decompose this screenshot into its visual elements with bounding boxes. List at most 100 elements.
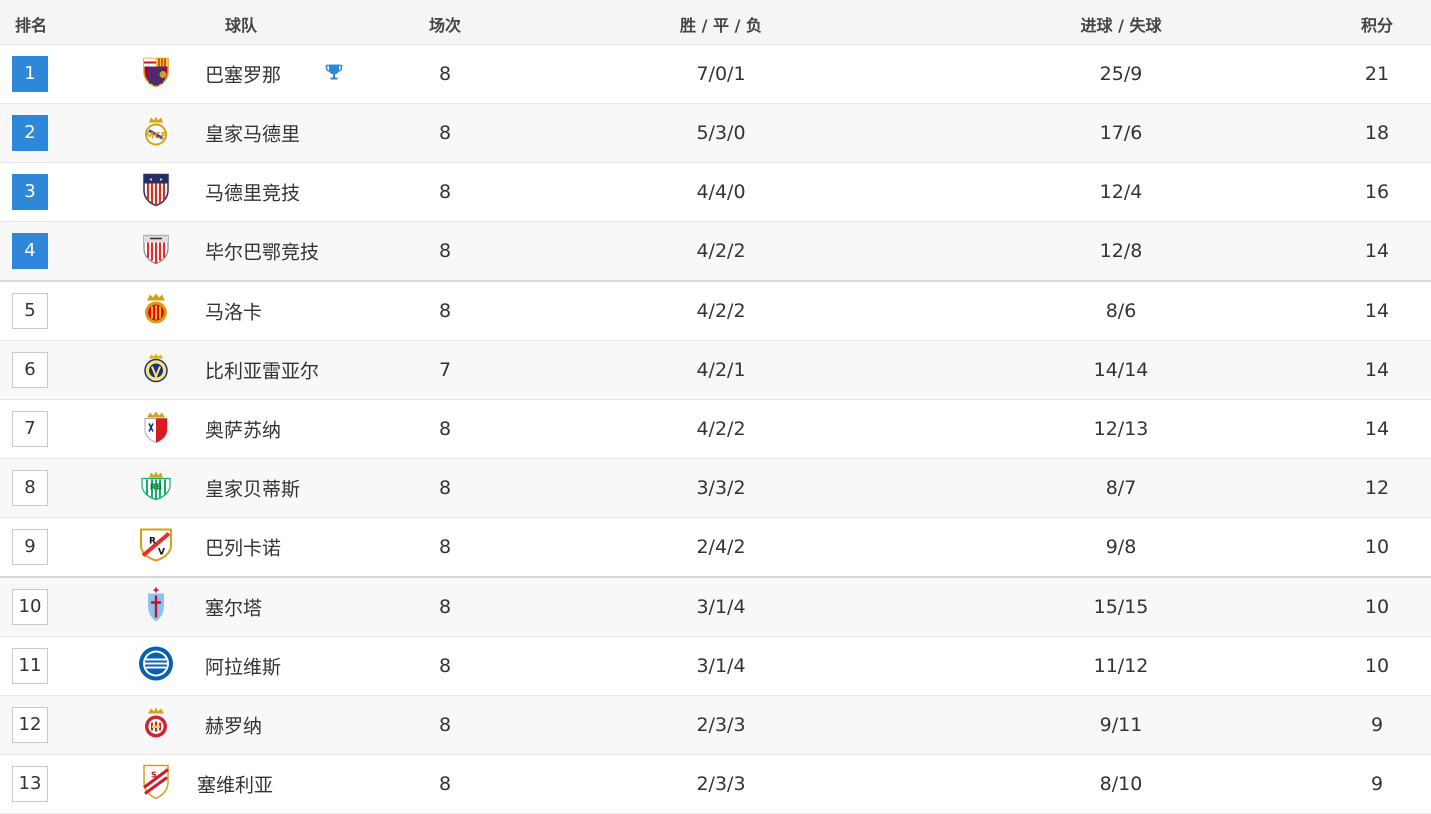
team-name[interactable]: 皇家贝蒂斯 <box>205 475 300 502</box>
played-cell: 8 <box>438 477 452 499</box>
rank-badge: 4 <box>12 233 48 269</box>
rank-badge: 11 <box>12 648 48 684</box>
rank-badge: 13 <box>12 766 48 802</box>
points-cell: 10 <box>1364 596 1390 618</box>
alaves-crest-icon <box>137 645 175 688</box>
rank-badge: 9 <box>12 529 48 565</box>
goals-cell: 12/4 <box>1099 181 1143 203</box>
played-cell: 8 <box>438 300 452 322</box>
table-row[interactable]: 4 毕尔巴鄂竞技 8 4/2/2 12/8 14 <box>0 222 1431 282</box>
goals-cell: 25/9 <box>1099 63 1143 85</box>
team-name[interactable]: 巴塞罗那 <box>205 61 281 88</box>
rank-badge: 5 <box>12 293 48 329</box>
points-cell: 12 <box>1364 477 1390 499</box>
rank-badge: 1 <box>12 56 48 92</box>
table-row[interactable]: 13 S 塞维利亚 8 2/3/3 8/10 9 <box>0 755 1431 814</box>
goals-cell: 8/7 <box>1105 477 1137 499</box>
goals-cell: 14/14 <box>1093 359 1149 381</box>
points-cell: 16 <box>1364 181 1390 203</box>
wdl-cell: 4/4/0 <box>696 181 746 203</box>
wdl-cell: 2/4/2 <box>696 536 746 558</box>
points-cell: 21 <box>1364 63 1390 85</box>
played-cell: 8 <box>438 596 452 618</box>
girona-crest-icon <box>141 706 171 745</box>
barcelona-crest-icon <box>141 56 171 93</box>
table-row[interactable]: 1 巴塞罗那 8 7/0/1 25/9 21 <box>0 45 1431 104</box>
osasuna-crest-icon <box>141 410 171 449</box>
points-cell: 14 <box>1364 418 1390 440</box>
table-body: 1 巴塞罗那 8 7/0/1 25/9 21 2 MCF 皇家马德里 8 5/3/0 17/6 18 3 马… <box>0 45 1431 814</box>
mallorca-crest-icon <box>141 292 171 331</box>
points-cell: 18 <box>1364 122 1390 144</box>
played-cell: 8 <box>438 536 452 558</box>
wdl-cell: 3/3/2 <box>696 477 746 499</box>
team-name[interactable]: 毕尔巴鄂竞技 <box>205 238 319 265</box>
team-name[interactable]: 皇家马德里 <box>205 120 300 147</box>
atletico-madrid-crest-icon <box>141 173 171 212</box>
table-row[interactable]: 5 马洛卡 8 4/2/2 8/6 14 <box>0 282 1431 341</box>
table-row[interactable]: 8 RB 皇家贝蒂斯 8 3/3/2 8/7 12 <box>0 459 1431 518</box>
table-row[interactable]: 2 MCF 皇家马德里 8 5/3/0 17/6 18 <box>0 104 1431 163</box>
points-cell: 10 <box>1364 655 1390 677</box>
played-cell: 8 <box>438 63 452 85</box>
col-team-header: 球队 <box>224 16 258 35</box>
col-rank-header: 排名 <box>14 16 48 35</box>
team-name[interactable]: 赫罗纳 <box>205 712 262 739</box>
rank-badge: 10 <box>12 589 48 625</box>
points-cell: 10 <box>1364 536 1390 558</box>
rank-badge: 12 <box>12 707 48 743</box>
real-madrid-crest-icon: MCF <box>141 115 171 152</box>
wdl-cell: 4/2/2 <box>696 240 746 262</box>
team-name[interactable]: 塞尔塔 <box>205 594 262 621</box>
played-cell: 8 <box>438 122 452 144</box>
villarreal-crest-icon <box>141 352 171 389</box>
table-row[interactable]: 12 赫罗纳 8 2/3/3 9/11 9 <box>0 696 1431 755</box>
table-row[interactable]: 3 马德里竞技 8 4/4/0 12/4 16 <box>0 163 1431 222</box>
table-row[interactable]: 9 R V 巴列卡诺 8 2/4/2 9/8 10 <box>0 518 1431 578</box>
goals-cell: 8/6 <box>1105 300 1137 322</box>
celta-vigo-crest-icon <box>145 587 167 628</box>
rayo-vallecano-crest-icon: RV <box>138 528 174 567</box>
played-cell: 8 <box>438 655 452 677</box>
goals-cell: 12/13 <box>1093 418 1149 440</box>
sevilla-crest-icon: S <box>141 764 171 805</box>
svg-text:R: R <box>149 537 156 547</box>
wdl-cell: 7/0/1 <box>696 63 746 85</box>
wdl-cell: 2/3/3 <box>696 773 746 795</box>
svg-text:V: V <box>158 548 165 558</box>
col-played-header: 场次 <box>428 16 462 35</box>
table-row[interactable]: 10 塞尔塔 8 3/1/4 15/15 10 <box>0 578 1431 637</box>
athletic-bilbao-crest-icon <box>141 233 171 270</box>
real-betis-crest-icon: RB <box>139 471 173 506</box>
team-name[interactable]: 奥萨苏纳 <box>205 416 281 443</box>
trophy-icon <box>325 63 343 86</box>
team-name[interactable]: 马洛卡 <box>205 298 262 325</box>
table-header: 排名 球队 场次 胜 / 平 / 负 进球 / 失球 积分 <box>0 0 1431 45</box>
team-name[interactable]: 阿拉维斯 <box>205 653 281 680</box>
goals-cell: 11/12 <box>1093 655 1149 677</box>
goals-cell: 9/8 <box>1105 536 1137 558</box>
wdl-cell: 4/2/2 <box>696 418 746 440</box>
wdl-cell: 3/1/4 <box>696 596 746 618</box>
team-name[interactable]: 塞维利亚 <box>197 771 273 798</box>
team-name[interactable]: 马德里竞技 <box>205 179 300 206</box>
wdl-cell: 2/3/3 <box>696 714 746 736</box>
table-row[interactable]: 7 奥萨苏纳 8 4/2/2 12/13 14 <box>0 400 1431 459</box>
svg-text:MCF: MCF <box>145 132 167 142</box>
goals-cell: 12/8 <box>1099 240 1143 262</box>
played-cell: 8 <box>438 773 452 795</box>
points-cell: 14 <box>1364 359 1390 381</box>
table-row[interactable]: 11 阿拉维斯 8 3/1/4 11/12 10 <box>0 637 1431 696</box>
col-points-header: 积分 <box>1360 16 1394 35</box>
played-cell: 8 <box>438 240 452 262</box>
team-name[interactable]: 巴列卡诺 <box>205 534 281 561</box>
goals-cell: 15/15 <box>1093 596 1149 618</box>
table-row[interactable]: 6 比利亚雷亚尔 7 4/2/1 14/14 14 <box>0 341 1431 400</box>
wdl-cell: 4/2/2 <box>696 300 746 322</box>
rank-badge: 7 <box>12 411 48 447</box>
team-name[interactable]: 比利亚雷亚尔 <box>205 357 319 384</box>
rank-badge: 6 <box>12 352 48 388</box>
rank-badge: 3 <box>12 174 48 210</box>
played-cell: 8 <box>438 181 452 203</box>
played-cell: 8 <box>438 714 452 736</box>
